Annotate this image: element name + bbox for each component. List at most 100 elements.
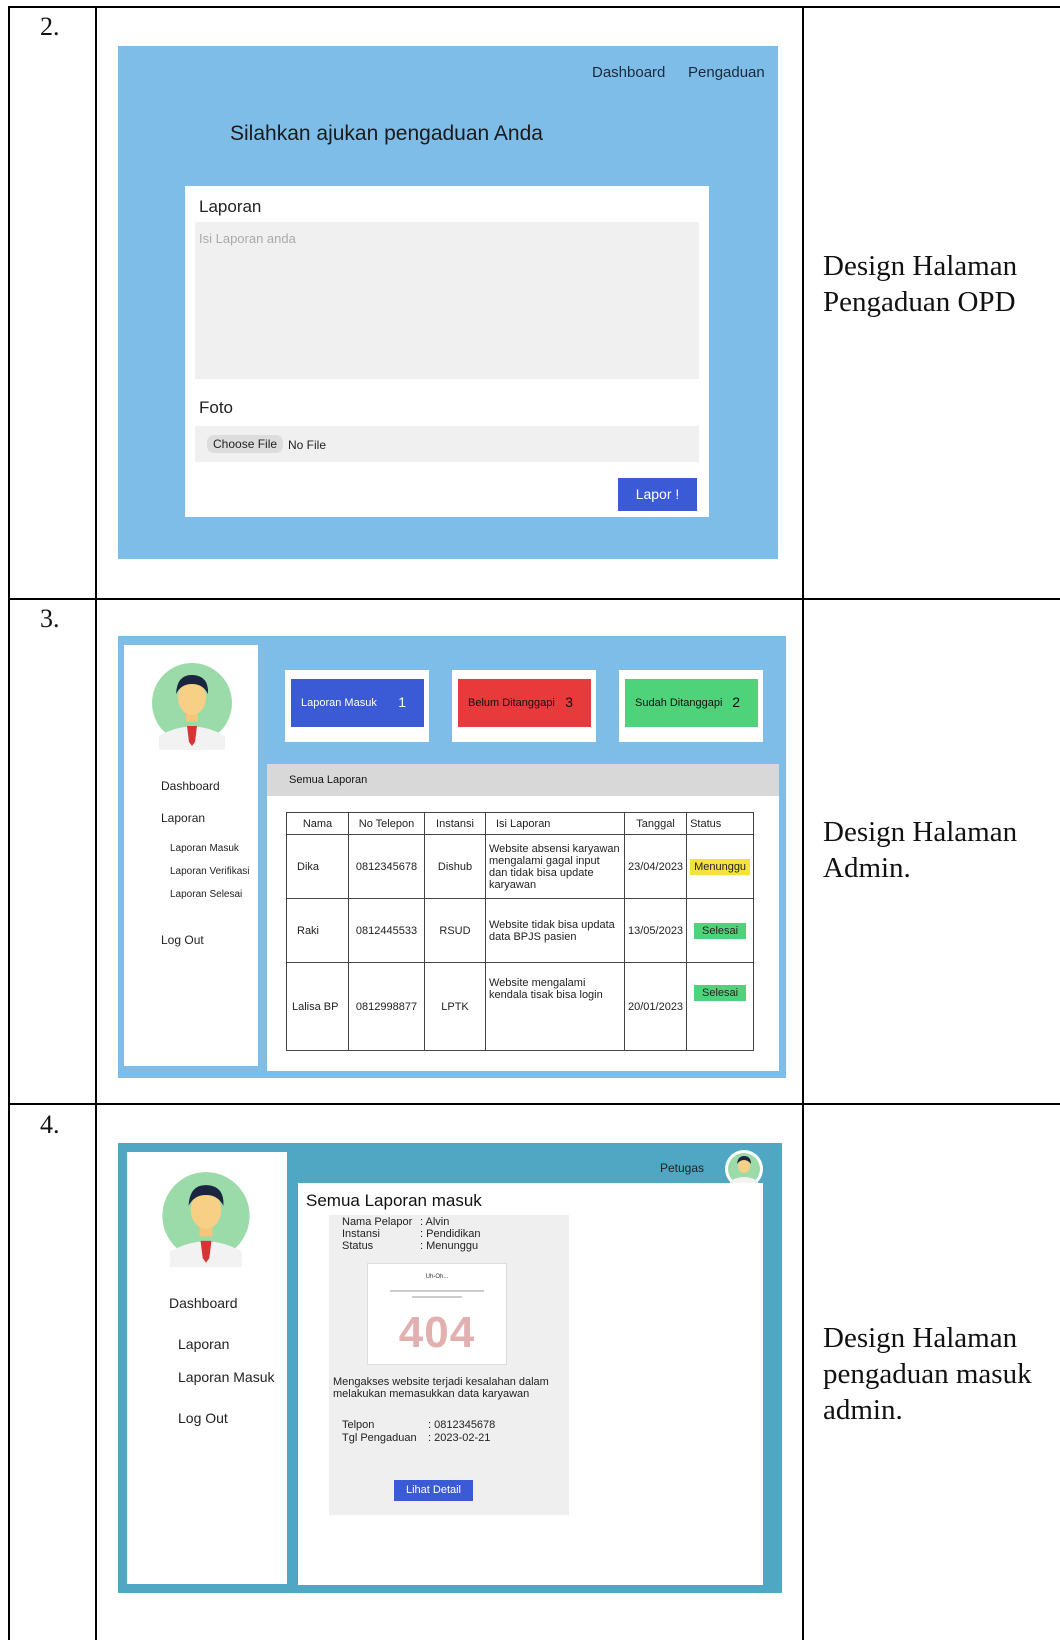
table-border-left <box>8 6 10 1640</box>
stat-label: Laporan Masuk <box>301 697 377 709</box>
col-header: Nama <box>286 812 349 835</box>
status-badge: Menunggu <box>690 858 751 875</box>
cell-isi: Website absensi karyawan mengalami gagal… <box>485 834 625 899</box>
row-number-2: 2. <box>40 12 60 41</box>
status-badge: Selesai <box>694 922 747 939</box>
cell-status: Menunggu <box>686 834 755 899</box>
sidebar-item-laporan[interactable]: Laporan <box>178 1336 229 1352</box>
col-header: No Telepon <box>348 812 425 835</box>
masuk-sidebar: Dashboard Laporan Laporan Masuk Log Out <box>127 1152 287 1584</box>
laporan-card: Nama Pelapor : Alvin Instansi: Pendidikan… <box>329 1215 569 1515</box>
foto-label: Foto <box>199 398 234 417</box>
field-status: Status : Menunggu <box>342 1240 478 1252</box>
error-screenshot: Uh-Oh... 404 <box>367 1263 507 1365</box>
panel-title: Semua Laporan <box>267 764 779 796</box>
col-header: Instansi <box>424 812 486 835</box>
pengaduan-mockup: Dashboard Pengaduan Silahkan ajukan peng… <box>118 46 778 559</box>
cell-status: Selesai <box>686 962 755 1051</box>
stat-label: Belum Ditanggapi <box>468 697 555 709</box>
table-row[interactable]: Lalisa BP 0812998877 LPTK Website mengal… <box>286 962 755 1051</box>
table-row[interactable]: Raki 0812445533 RSUD Website tidak bisa … <box>286 898 755 963</box>
status-badge: Selesai <box>694 985 747 1001</box>
laporan-panel: Semua Laporan Nama No Telepon Instansi I… <box>267 764 779 1071</box>
laporan-placeholder: Isi Laporan anda <box>199 231 296 246</box>
admin-mockup: Dashboard Laporan Laporan Masuk Laporan … <box>118 636 786 1078</box>
cell-tanggal: 23/04/2023 <box>623 834 688 899</box>
cell-telepon: 0812345678 <box>348 834 425 899</box>
row-number-4: 4. <box>40 1110 60 1139</box>
cell-status: Selesai <box>686 898 755 963</box>
avatar <box>152 663 232 750</box>
col-header: Isi Laporan <box>485 812 625 835</box>
sidebar-item-logout[interactable]: Log Out <box>161 933 204 947</box>
field-key: Telpon <box>342 1419 375 1431</box>
cell-tanggal: 20/01/2023 <box>623 962 688 1051</box>
stat-laporan-masuk: Laporan Masuk 1 <box>291 679 424 727</box>
stat-card-belum-ditanggapi[interactable]: Belum Ditanggapi 3 <box>452 670 596 742</box>
field-tgl-pengaduan: Tgl Pengaduan: 2023-02-21 <box>342 1432 490 1444</box>
sidebar-item-dashboard[interactable]: Dashboard <box>169 1295 238 1311</box>
cell-instansi: Dishub <box>424 834 486 899</box>
laporan-message: Mengakses website terjadi kesalahan dala… <box>333 1376 549 1400</box>
cell-telepon: 0812445533 <box>348 898 425 963</box>
stat-card-sudah-ditanggapi[interactable]: Sudah Ditanggapi 2 <box>619 670 763 742</box>
sidebar-item-dashboard[interactable]: Dashboard <box>161 779 220 793</box>
cell-isi: Website mengalami kendala tisak bisa log… <box>485 962 625 1051</box>
lihat-detail-button[interactable]: Lihat Detail <box>394 1480 473 1501</box>
stat-card-laporan-masuk[interactable]: Laporan Masuk 1 <box>285 670 429 742</box>
laporan-masuk-main: Semua Laporan masuk Nama Pelapor : Alvin … <box>298 1183 763 1585</box>
field-telpon: Telpon : 0812345678 <box>342 1419 495 1431</box>
file-input: Choose File No File <box>195 426 699 462</box>
lapor-button[interactable]: Lapor ! <box>618 478 697 511</box>
form-card: Laporan Isi Laporan anda Foto Choose Fil… <box>185 186 709 517</box>
field-value: : 0812345678 <box>428 1419 496 1431</box>
user-label: Petugas <box>660 1161 705 1175</box>
error-heading: Uh-Oh... <box>425 1274 449 1280</box>
table-row[interactable]: Dika 0812345678 Dishub Website absensi k… <box>286 834 755 899</box>
field-key: Instansi <box>342 1228 380 1240</box>
field-key: Nama Pelapor <box>342 1216 413 1228</box>
avatar <box>162 1172 250 1267</box>
cell-nama: Raki <box>286 898 349 963</box>
stat-count: 1 <box>398 694 406 710</box>
cell-tanggal: 13/05/2023 <box>623 898 688 963</box>
sidebar-item-laporan-selesai[interactable]: Laporan Selesai <box>170 889 242 900</box>
nav-dashboard[interactable]: Dashboard <box>592 64 665 81</box>
field-value: : Menunggu <box>420 1240 479 1252</box>
cell-telepon: 0812998877 <box>348 962 425 1051</box>
row-number-3: 3. <box>40 604 60 633</box>
cell-instansi: RSUD <box>424 898 486 963</box>
error-code: 404 <box>398 1308 476 1357</box>
page-title: Silahkan ajukan pengaduan Anda <box>230 122 543 145</box>
field-nama-pelapor: Nama Pelapor : Alvin <box>342 1216 449 1228</box>
panel-title-text: Semua Laporan <box>289 774 368 786</box>
cell-nama: Dika <box>286 834 349 899</box>
laporan-textarea[interactable]: Isi Laporan anda <box>195 222 699 379</box>
sidebar-item-laporan-masuk[interactable]: Laporan Masuk <box>178 1369 275 1385</box>
field-key: Status <box>342 1240 374 1252</box>
choose-file-button[interactable]: Choose File <box>207 435 284 453</box>
table-border-top <box>8 6 1060 8</box>
error-text-line <box>390 1290 484 1292</box>
nav-pengaduan[interactable]: Pengaduan <box>688 64 765 81</box>
row-description-3: Design Halaman Admin. <box>823 816 1018 884</box>
sidebar-item-laporan-verifikasi[interactable]: Laporan Verifikasi <box>170 866 250 877</box>
field-key: Tgl Pengaduan <box>342 1432 417 1444</box>
field-instansi: Instansi: Pendidikan <box>342 1228 481 1240</box>
sidebar-item-logout[interactable]: Log Out <box>178 1410 228 1426</box>
table-border-row3 <box>8 1103 1060 1105</box>
col-header: Tanggal <box>623 812 688 835</box>
field-value: : Alvin <box>420 1216 450 1228</box>
table-header-row: Nama No Telepon Instansi Isi Laporan Tan… <box>286 812 755 835</box>
admin-sidebar: Dashboard Laporan Laporan Masuk Laporan … <box>124 645 258 1066</box>
cell-isi: Website tidak bisa updata data BPJS pasi… <box>485 898 625 963</box>
error-text-line <box>412 1296 462 1298</box>
row-description-2: Design Halaman Pengaduan OPD <box>823 250 1018 318</box>
stat-count: 2 <box>732 694 740 710</box>
sidebar-item-laporan[interactable]: Laporan <box>161 811 205 825</box>
laporan-table: Nama No Telepon Instansi Isi Laporan Tan… <box>286 812 755 1051</box>
table-border-row2 <box>8 598 1060 600</box>
stat-belum-ditanggapi: Belum Ditanggapi 3 <box>458 679 591 727</box>
sidebar-item-laporan-masuk[interactable]: Laporan Masuk <box>170 843 239 854</box>
page-title: Semua Laporan masuk <box>306 1191 482 1210</box>
